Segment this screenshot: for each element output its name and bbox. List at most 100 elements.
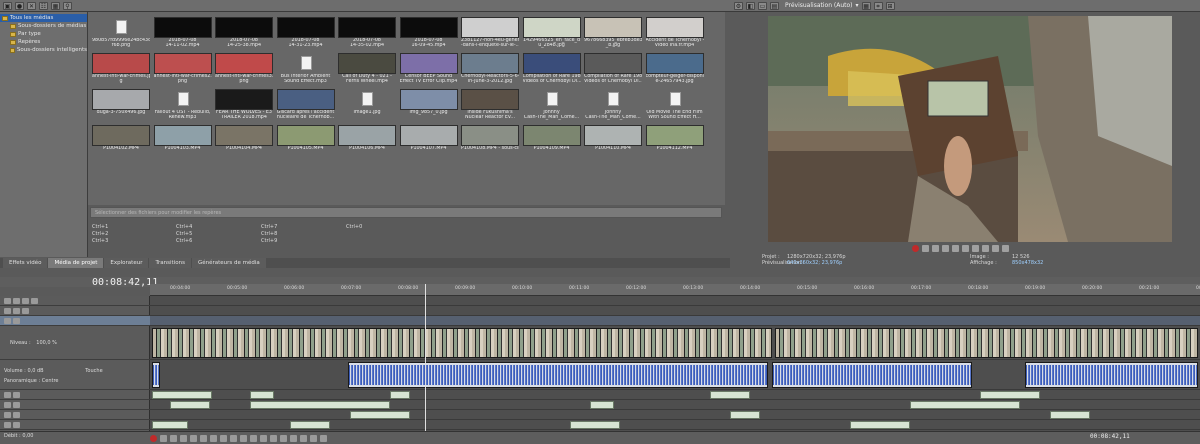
media-thumbnail[interactable]: Old Movie The End Film With Sound Effect … <box>645 89 704 120</box>
audio-clip[interactable] <box>772 362 972 388</box>
mute-icon[interactable] <box>13 308 20 314</box>
tree-item[interactable]: Sous-dossiers de médias <box>0 22 87 30</box>
snapshot-icon[interactable]: ⌗ <box>873 1 883 10</box>
media-thumbnail[interactable]: 1429466525_en_face_d u_2848.jpg <box>522 17 581 48</box>
properties-icon[interactable]: ☷ <box>39 1 48 10</box>
media-thumbnail[interactable]: Chernobyl-Reactors-5-6- in-June-3-2012.jp… <box>461 53 519 84</box>
sound-clip[interactable] <box>980 391 1040 399</box>
go-start-button[interactable] <box>210 434 217 442</box>
video-clip[interactable] <box>152 328 772 358</box>
video-clip[interactable] <box>775 328 1198 358</box>
track-header-main-video[interactable]: Niveau : 100,0 % <box>0 326 150 360</box>
panoramique-value[interactable]: Centre <box>42 378 59 384</box>
media-thumbnail[interactable]: Compilation of Rare 1986 Videos of Cherno… <box>522 53 581 84</box>
prev-frame-button[interactable] <box>992 244 999 252</box>
media-thumbnail[interactable]: 2018-07-08 14-31-23.mp4 <box>276 17 335 48</box>
media-thumbnail[interactable]: Fallout 4 OST - Rebuild, Renew.mp3 <box>153 89 212 120</box>
lane-main-video[interactable] <box>150 326 1200 360</box>
media-thumbnail[interactable]: 9678668395_ebfeb3de3e _b.jpg <box>584 17 642 48</box>
tree-item[interactable]: Par type <box>0 30 87 38</box>
media-thumbnail[interactable]: P1004105.MP4 <box>276 125 335 155</box>
preview-quality-icon[interactable]: ▤ <box>770 1 779 10</box>
media-thumbnail[interactable]: duga-3-750x496.jpg <box>92 89 150 119</box>
solo-icon[interactable] <box>13 402 20 408</box>
tree-item[interactable]: Sous-dossiers intelligents <box>0 46 87 54</box>
pause-button[interactable] <box>952 244 959 252</box>
loop-button[interactable] <box>922 244 929 252</box>
track-header-audio5[interactable] <box>0 420 150 430</box>
media-thumbnail[interactable]: FEAR THE WOLVES - E3 TRAILER 2018.mp4 <box>215 89 273 120</box>
lock-icon[interactable] <box>310 434 317 442</box>
solo-icon[interactable] <box>22 308 29 314</box>
audio-clip[interactable] <box>152 362 160 388</box>
media-thumbnail[interactable]: 2018-07-08 14-11-02.mp4 <box>153 17 212 48</box>
sound-clip[interactable] <box>250 391 274 399</box>
media-thumbnail[interactable]: Compilation of Rare 1986 Videos of Cherno… <box>584 53 642 84</box>
import-icon[interactable]: ▣ <box>3 1 12 10</box>
media-thumbnail[interactable]: 2018-07-08 14-25-38.mp4 <box>215 17 273 48</box>
volume-value[interactable]: 0,0 dB <box>27 368 43 374</box>
media-thumbnail[interactable]: Accident de Tchernobyl - Vidéo Ina.fr.mp4 <box>645 17 704 48</box>
sound-clip[interactable] <box>590 401 614 409</box>
record-button[interactable] <box>912 244 919 252</box>
loop-button[interactable] <box>160 434 167 442</box>
timeline-ruler[interactable]: 00:04:00 00:05:00 00:06:00 00:07:00 00:08:00… <box>150 284 1200 296</box>
go-end-button[interactable] <box>982 244 989 252</box>
solo-icon[interactable] <box>13 422 20 428</box>
media-thumbnail[interactable]: 2018-07-08 16-09-45.mp4 <box>399 17 458 48</box>
sound-clip[interactable] <box>850 421 910 429</box>
tree-item[interactable]: Repères <box>0 38 87 46</box>
mute-icon[interactable] <box>13 298 20 304</box>
snap-icon[interactable] <box>290 434 297 442</box>
tab[interactable]: Média de projet <box>48 258 104 268</box>
marker-icon[interactable] <box>320 434 327 442</box>
sound-clip[interactable] <box>152 421 188 429</box>
play-button[interactable] <box>180 434 187 442</box>
expand-icon[interactable] <box>4 298 11 304</box>
sound-clip[interactable] <box>152 391 212 399</box>
play-from-start-button[interactable] <box>932 244 939 252</box>
media-thumbnail[interactable]: P1004108.MP4 - sous-clip <box>461 125 519 155</box>
play-button[interactable] <box>942 244 949 252</box>
go-end-button[interactable] <box>220 434 227 442</box>
lane-audio5[interactable] <box>150 420 1200 430</box>
lane-audio3[interactable] <box>150 400 1200 410</box>
preview-mode-dropdown[interactable]: Prévisualisation (Auto) <box>785 2 853 9</box>
sound-clip[interactable] <box>170 401 210 409</box>
expand-icon[interactable] <box>4 318 11 324</box>
media-thumbnail[interactable]: Johnny Cash-The_Man_Come... <box>584 89 642 120</box>
tab[interactable]: Explorateur <box>104 258 149 268</box>
media-thumbnail[interactable]: P1004107.MP4 <box>399 125 458 155</box>
media-thumbnail[interactable]: 980b57fd9996e24bc43c f6b.png <box>92 17 150 48</box>
playhead-cursor[interactable] <box>425 284 426 434</box>
sound-clip[interactable] <box>910 401 1020 409</box>
track-header-audio2[interactable] <box>0 390 150 400</box>
track-header-audio4[interactable] <box>0 410 150 420</box>
sound-clip[interactable] <box>290 421 330 429</box>
marker-filter-field[interactable]: Sélectionner des fichiers pour modifier … <box>90 207 722 218</box>
play-from-start-button[interactable] <box>170 434 177 442</box>
media-thumbnail[interactable]: annest-intl-war-crimes.jp g <box>92 53 150 84</box>
lane-video3[interactable] <box>150 316 1200 326</box>
mute-icon[interactable] <box>4 402 11 408</box>
stop-button[interactable] <box>200 434 207 442</box>
media-thumbnail[interactable]: Bus Interior Ambient Sound Effect.mp3 <box>276 53 335 84</box>
media-thumbnail[interactable]: annest-intl-war-crimes3. png <box>215 53 273 84</box>
tab[interactable]: Transitions <box>149 258 191 268</box>
next-frame-button[interactable] <box>1002 244 1009 252</box>
lane-video1[interactable] <box>150 296 1200 306</box>
media-thumbnail[interactable]: Image1.jpg <box>338 89 396 119</box>
sound-clip[interactable] <box>710 391 750 399</box>
tab[interactable]: Générateurs de média <box>191 258 266 268</box>
record-button[interactable] <box>150 434 157 442</box>
tab[interactable]: Effets vidéo <box>3 258 48 268</box>
lane-audio1[interactable] <box>150 360 1200 390</box>
audio-clip[interactable] <box>348 362 768 388</box>
split-icon[interactable] <box>280 434 287 442</box>
solo-icon[interactable] <box>13 412 20 418</box>
envelope-tool-icon[interactable] <box>260 434 267 442</box>
media-thumbnail[interactable]: compteur-geiger-disponibl e-24657943.jpg <box>645 53 704 84</box>
touche-label[interactable]: Touche <box>85 368 102 374</box>
lane-video2[interactable] <box>150 306 1200 316</box>
tree-item[interactable]: Tous les médias <box>0 14 87 22</box>
